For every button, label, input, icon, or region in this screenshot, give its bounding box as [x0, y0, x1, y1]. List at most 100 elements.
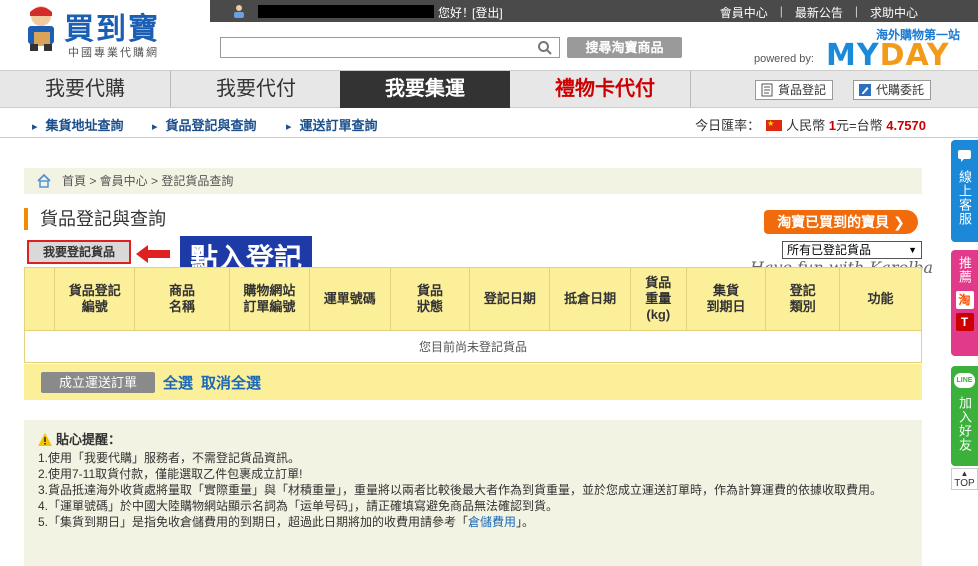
tips-heading: 貼心提醒： — [38, 432, 908, 448]
breadcrumb: 首頁 > 會員中心 > 登記貨品查詢 — [24, 168, 922, 194]
column-header-product-name: 商品 名稱 — [134, 267, 231, 331]
tab-payment-agent[interactable]: 我要代付 — [171, 71, 341, 108]
tip-item: 2.使用7-11取貨付款，僅能選取乙件包裹成立訂單! — [38, 467, 303, 481]
main-nav: 我要代購 我要代付 我要集運 禮物卡代付 貨品登記 代購委託 — [0, 70, 978, 108]
goods-filter-select[interactable]: 所有已登記貨品 ▼ — [782, 241, 922, 259]
tip-item-5-end: 」。 — [516, 515, 535, 529]
search-icon[interactable] — [537, 40, 553, 56]
tip-item-5-text: 5.「集貨到期日」是指免收倉儲費用的到期日，超過此日期將加的收費用請參考「 — [38, 515, 469, 529]
tmall-icon[interactable]: T — [955, 313, 974, 331]
myday-logo-b: DAY — [879, 38, 950, 73]
create-shipping-order-button[interactable]: 成立運送訂單 — [41, 372, 155, 393]
goods-register-label: 貨品登記 — [778, 83, 827, 97]
courier-mascot-icon — [28, 6, 54, 51]
tip-item: 4.「運單號碼」於中國大陸購物網站顯示名詞為「运单号码」，請正確填寫避免商品無法… — [38, 499, 559, 513]
commission-label: 代購委託 — [876, 83, 925, 97]
storage-fee-link[interactable]: 倉儲費用 — [468, 515, 516, 529]
member-center-link[interactable]: 會員中心 — [708, 4, 780, 21]
myday-logo: MYDAY — [826, 38, 950, 73]
subnav-goods-register-query[interactable]: 貨品登記與查詢 — [152, 115, 257, 134]
china-flag-icon — [766, 119, 783, 131]
breadcrumb-text[interactable]: 首頁 > 會員中心 > 登記貨品查詢 — [62, 174, 233, 188]
table-row: 您目前尚未登記貨品 — [24, 330, 922, 363]
home-icon[interactable] — [36, 173, 52, 189]
rate-label: 今日匯率： — [695, 118, 761, 133]
tip-item: 5.「集貨到期日」是指免收倉儲費用的到期日，超過此日期將加的收費用請參考「倉儲費… — [38, 514, 908, 530]
column-header-weight: 貨品 重量 (kg) — [630, 267, 687, 331]
column-header-arrival-date: 抵倉日期 — [549, 267, 632, 331]
redacted-username — [258, 5, 434, 18]
commission-button[interactable]: 代購委託 — [853, 80, 932, 100]
top-label: TOP — [954, 478, 975, 489]
tab-purchase-agent[interactable]: 我要代購 — [0, 71, 170, 108]
column-header-register-no: 貨品登記 編號 — [54, 267, 136, 331]
chevron-down-icon: ▼ — [908, 245, 917, 255]
myday-brand[interactable]: 海外購物第一站 powered by: MYDAY — [750, 26, 960, 73]
subnav-address-query[interactable]: 集貨地址查詢 — [32, 115, 124, 134]
greeting-text: 您好！ — [438, 6, 475, 20]
warning-icon — [38, 433, 52, 446]
exchange-rate: 今日匯率： 人民幣 1元=台幣 4.7570 — [695, 115, 926, 134]
empty-message: 您目前尚未登記貨品 — [24, 330, 922, 363]
subnav-shipping-order-query[interactable]: 運送訂單查詢 — [286, 115, 378, 134]
column-header-category: 登記 類別 — [765, 267, 841, 331]
top-bar: 您好！ [登出] 會員中心 | 最新公告 | 求助中心 — [210, 0, 978, 22]
taobao-icon[interactable]: 淘 — [955, 291, 974, 309]
tip-item: 1.使用「我要代購」服務者，不需登記貨品資訊。 — [38, 451, 301, 465]
column-header-order-no: 購物網站 訂單編號 — [229, 267, 310, 331]
column-header-checkbox — [23, 267, 56, 331]
column-header-expiry: 集貨 到期日 — [685, 267, 767, 331]
online-service-label: 線上客服 — [957, 170, 972, 226]
tips-title: 貼心提醒： — [56, 432, 122, 447]
back-to-top-button[interactable]: ▲ TOP — [951, 468, 978, 490]
column-header-tracking-no: 運單號碼 — [308, 267, 391, 331]
logo-subtitle: 中國專業代購網 — [68, 47, 159, 59]
select-all-link[interactable]: 全選 — [163, 372, 193, 393]
taobao-purchased-button[interactable]: 淘寶已買到的寶貝 ❯ — [764, 210, 918, 234]
line-friend-tab[interactable]: LINE 加入好友 — [951, 366, 978, 466]
document-icon — [761, 83, 773, 97]
powered-by-label: powered by: — [754, 53, 814, 65]
tab-gift-card-payment[interactable]: 禮物卡代付 — [520, 71, 690, 108]
sub-nav: 集貨地址查詢 貨品登記與查詢 運送訂單查詢 今日匯率： 人民幣 1元=台幣 4.7… — [0, 108, 978, 138]
filter-value: 所有已登記貨品 — [787, 243, 872, 257]
table-footer: 成立運送訂單 全選 取消全選 — [24, 364, 922, 400]
search-taobao-button[interactable]: 搜尋淘寶商品 — [567, 37, 682, 58]
rate-currency: 人民幣 — [786, 118, 826, 133]
column-header-actions: 功能 — [839, 267, 922, 331]
goods-table: 貨品登記 編號 商品 名稱 購物網站 訂單編號 運單號碼 貨品 狀態 登記日期 … — [23, 267, 922, 363]
column-header-status: 貨品 狀態 — [389, 267, 471, 331]
myday-logo-a: MY — [826, 38, 880, 73]
online-service-tab[interactable]: 線上客服 — [951, 140, 978, 242]
deselect-all-link[interactable]: 取消全選 — [201, 372, 261, 393]
help-center-link[interactable]: 求助中心 — [858, 4, 930, 21]
line-friend-label: 加入好友 — [957, 396, 972, 452]
user-icon — [234, 5, 244, 18]
site-header: 買到寶 中國專業代購網 您好！ [登出] 會員中心 | 最新公告 | 求助中心 … — [0, 0, 978, 73]
announcements-link[interactable]: 最新公告 — [783, 4, 855, 21]
tip-item: 3.貨品抵達海外收貨處將量取「實際重量」與「材積重量」，重量將以兩者比較後最大者… — [38, 483, 883, 497]
rate-one: 1 — [828, 118, 837, 133]
rate-value: 4.7570 — [886, 118, 926, 133]
recommend-label: 推薦 — [957, 256, 972, 284]
recommend-tab[interactable]: 推薦 淘 T — [951, 250, 978, 356]
logo-name: 買到寶 — [64, 12, 160, 47]
table-header-row: 貨品登記 編號 商品 名稱 購物網站 訂單編號 運單號碼 貨品 狀態 登記日期 … — [23, 267, 922, 331]
column-header-register-date: 登記日期 — [469, 267, 551, 331]
chevron-up-icon: ▲ — [960, 469, 969, 478]
tab-consolidated-shipping[interactable]: 我要集運 — [340, 71, 510, 108]
search-input[interactable] — [220, 37, 560, 58]
chat-icon — [958, 150, 971, 162]
top-links: 會員中心 | 最新公告 | 求助中心 — [708, 4, 930, 21]
tips-panel: 貼心提醒： 1.使用「我要代購」服務者，不需登記貨品資訊。 2.使用7-11取貨… — [24, 420, 922, 566]
goods-register-button[interactable]: 貨品登記 — [755, 80, 834, 100]
divider — [690, 71, 691, 108]
arrow-left-icon — [136, 245, 170, 263]
logout-link[interactable]: [登出] — [472, 4, 503, 21]
rate-mid: 元=台幣 — [836, 118, 883, 133]
register-goods-button[interactable]: 我要登記貨品 — [27, 240, 131, 264]
site-logo[interactable]: 買到寶 中國專業代購網 — [20, 2, 200, 60]
line-icon: LINE — [954, 373, 975, 388]
page-title: 貨品登記與查詢 — [24, 208, 166, 230]
pencil-icon — [859, 84, 871, 96]
